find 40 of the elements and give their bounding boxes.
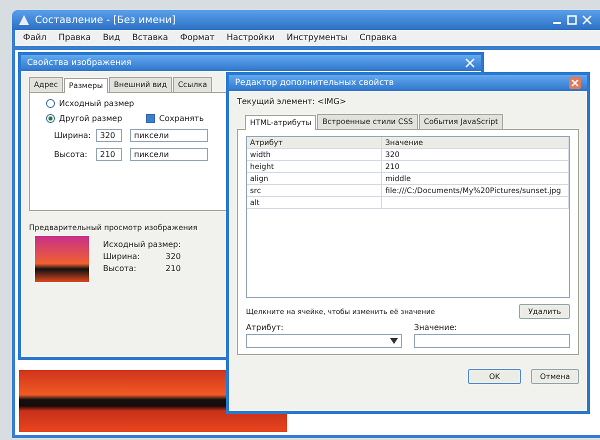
menu-item[interactable]: Вставка (132, 33, 168, 43)
preview-label: Ширина: (103, 252, 140, 261)
close-icon[interactable] (582, 15, 592, 25)
close-icon[interactable] (465, 58, 475, 68)
radio-button[interactable] (46, 114, 55, 123)
preview-value: 210 (166, 264, 181, 273)
preview-caption: Исходный размер: (103, 240, 181, 249)
menu-item[interactable]: Вид (102, 33, 120, 43)
menu-item[interactable]: Формат (180, 33, 215, 43)
field-label: Высота: (54, 150, 88, 159)
photo-placeholder (35, 236, 89, 282)
dialog-title: Свойства изображения (27, 58, 132, 68)
unit-dropdown[interactable]: пиксели (130, 129, 208, 142)
field-label: Ширина: (54, 131, 88, 140)
preview-label: Высота: (103, 264, 136, 273)
window-title: Составление - [Без имени] (35, 14, 177, 26)
menu-item[interactable]: Инструменты (286, 33, 348, 43)
value-field[interactable] (414, 334, 570, 348)
radio-label: Другой размер (59, 114, 122, 123)
checkbox[interactable] (146, 114, 156, 123)
caret-icon (390, 338, 398, 344)
menu-item[interactable]: Правка (58, 33, 91, 43)
close-icon[interactable] (569, 77, 581, 89)
input-field[interactable]: 210 (96, 148, 122, 161)
app-icon (18, 14, 30, 26)
attribute-dropdown[interactable] (246, 334, 402, 348)
radio-label: Исходный размер (59, 99, 134, 108)
checkbox-label: Сохранять (159, 114, 204, 123)
unit-dropdown[interactable]: пиксели (130, 148, 208, 161)
radio-button[interactable] (46, 99, 55, 108)
preview-value: 320 (166, 252, 181, 261)
field-label: Значение: (414, 323, 458, 332)
current-element-label: Текущий элемент: <IMG> (237, 97, 348, 106)
input-field[interactable]: 320 (96, 129, 122, 142)
menu-item[interactable]: Файл (23, 33, 46, 43)
menu-item[interactable]: Настройки (226, 33, 275, 43)
maximize-icon[interactable] (567, 15, 577, 25)
field-label: Атрибут: (246, 323, 284, 332)
dialog-title: Редактор дополнительных свойств (235, 78, 394, 88)
menu-item[interactable]: Справка (359, 33, 397, 43)
